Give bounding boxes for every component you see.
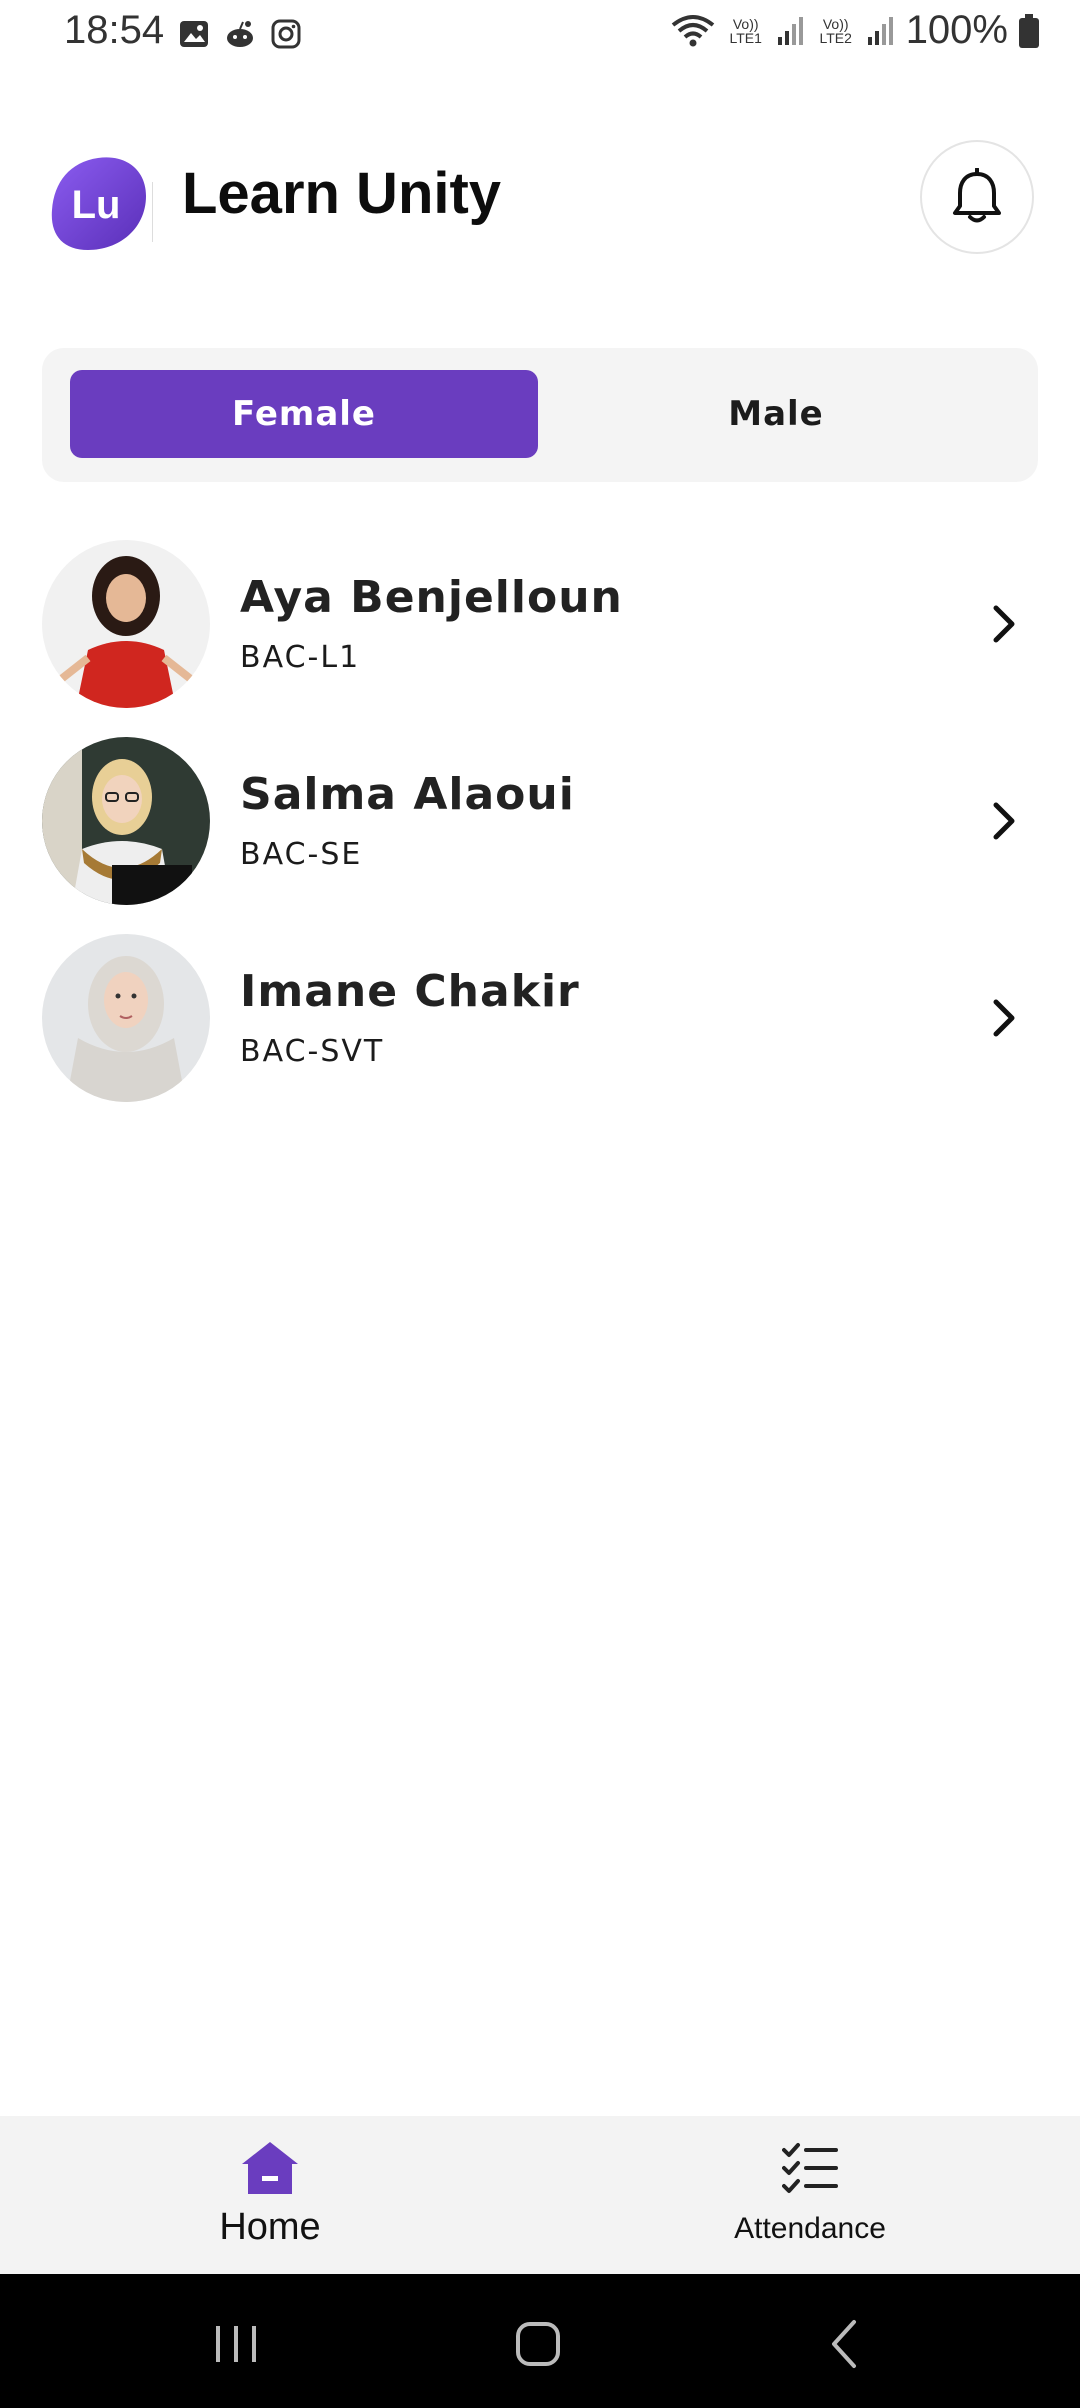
app-title: Learn Unity — [182, 161, 502, 226]
nav-attendance-label: Attendance — [734, 2212, 886, 2245]
home-icon — [242, 2142, 298, 2194]
bottom-navigation: Home Attendance — [0, 2116, 1080, 2274]
divider — [152, 182, 153, 242]
nav-attendance[interactable]: Attendance — [670, 2116, 950, 2274]
student-track: BAC-L1 — [240, 640, 361, 675]
back-icon[interactable] — [814, 2316, 874, 2372]
notification-icons — [178, 18, 302, 50]
student-list: Aya Benjelloun BAC-L1 Salma Alaoui BAC-S… — [0, 536, 1080, 1127]
student-track: BAC-SE — [240, 837, 363, 872]
nav-home[interactable]: Home — [130, 2116, 410, 2274]
tab-male[interactable]: Male — [542, 370, 1010, 458]
app-logo: Lu — [51, 157, 146, 250]
bell-icon — [953, 168, 1001, 223]
gender-tabs: Female Male — [42, 348, 1038, 482]
system-status: Vo)) LTE1 Vo)) LTE2 100% — [670, 8, 1040, 53]
gallery-icon — [180, 21, 208, 47]
system-nav-bar — [0, 2274, 1080, 2408]
avatar — [42, 540, 210, 708]
recent-apps-icon[interactable] — [206, 2316, 266, 2372]
avatar — [42, 934, 210, 1102]
student-track: BAC-SVT — [240, 1034, 385, 1069]
student-name: Imane Chakir — [240, 966, 580, 1017]
app-header: Lu Learn Unity — [0, 130, 1080, 270]
battery-icon — [1019, 13, 1039, 48]
battery-percent: 100% — [905, 8, 1008, 52]
nav-home-label: Home — [219, 2206, 321, 2248]
tab-female[interactable]: Female — [70, 370, 538, 458]
status-bar: 18:54 Vo)) LTE1 Vo)) LTE2 100% — [0, 0, 1080, 72]
list-item[interactable]: Aya Benjelloun BAC-L1 — [0, 536, 1080, 733]
wifi-icon — [671, 14, 714, 46]
chevron-right-icon — [993, 802, 1015, 840]
list-item[interactable]: Imane Chakir BAC-SVT — [0, 930, 1080, 1127]
reddit-icon — [227, 21, 253, 47]
chevron-right-icon — [993, 999, 1015, 1037]
home-button-icon[interactable] — [508, 2316, 568, 2372]
student-name: Aya Benjelloun — [240, 572, 623, 623]
status-time: 18:54 — [64, 8, 165, 52]
notifications-button[interactable] — [920, 140, 1034, 254]
signal2-icon — [867, 16, 893, 45]
list-item[interactable]: Salma Alaoui BAC-SE — [0, 733, 1080, 930]
checklist-icon — [782, 2143, 838, 2193]
avatar — [42, 737, 210, 905]
lte1-indicator: Vo)) LTE1 — [729, 15, 762, 46]
logo-text: Lu — [72, 183, 121, 227]
student-name: Salma Alaoui — [240, 769, 575, 820]
chevron-right-icon — [993, 605, 1015, 643]
instagram-icon — [271, 19, 301, 49]
signal1-icon — [777, 16, 803, 45]
lte2-indicator: Vo)) LTE2 — [819, 15, 852, 46]
